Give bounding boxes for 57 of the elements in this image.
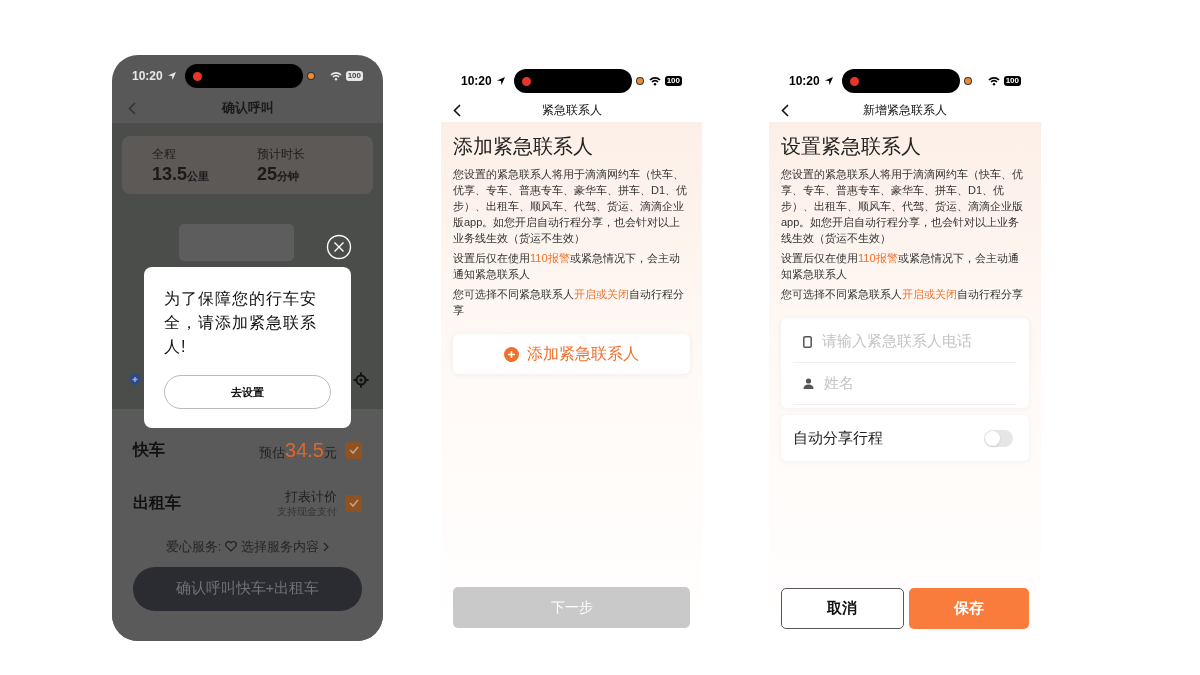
location-arrow-icon: [495, 76, 506, 86]
cancel-button[interactable]: 取消: [781, 588, 904, 629]
battery-level: 100: [664, 76, 682, 86]
description-text: 您设置的紧急联系人将用于滴滴网约车（快车、优享、专车、普惠专车、豪华车、拼车、D1、优步）、出租车、顺风车、代驾、货运、滴滴企业版app。如您开启自动行程分享，也会针对以上业务线生效（货运不生效）: [453, 167, 689, 246]
fare-type: 打表计价: [285, 488, 337, 505]
wifi-icon: [329, 71, 342, 81]
close-icon[interactable]: [326, 234, 352, 260]
description-text: 您可选择不同紧急联系人开启或关闭自动行程分享: [781, 287, 1024, 302]
page-heading: 设置紧急联系人: [781, 134, 922, 159]
add-contact-button[interactable]: 添加紧急联系人: [453, 334, 690, 374]
page-heading: 添加紧急联系人: [453, 134, 594, 159]
shield-icon: [129, 373, 141, 386]
heart-icon: [225, 541, 238, 553]
screen-title: 紧急联系人: [541, 102, 602, 119]
location-arrow-icon: [823, 76, 834, 86]
ride-name: 快车: [133, 440, 165, 460]
trip-label: 预计时长: [257, 146, 306, 163]
phone-icon: [803, 335, 812, 348]
wifi-icon: [648, 76, 661, 86]
person-icon: [803, 378, 814, 389]
battery-level: 100: [345, 71, 363, 81]
trip-label: 全程: [152, 146, 177, 163]
trip-value: 25: [257, 163, 278, 185]
confirm-button[interactable]: 确认呼叫快车+出租车: [133, 566, 362, 611]
input-field[interactable]: 请输入紧急联系人电话: [822, 330, 1017, 353]
plus-icon: [504, 346, 519, 362]
check-icon: [348, 446, 359, 454]
back-icon[interactable]: [781, 103, 789, 117]
trip-value: 13.5: [152, 163, 188, 185]
status-time: 10:20: [789, 73, 820, 90]
ride-price: 34.5: [285, 437, 324, 462]
check-icon: [348, 499, 359, 507]
locate-icon[interactable]: [353, 372, 369, 388]
save-button[interactable]: 保存: [908, 588, 1029, 629]
checkbox[interactable]: [345, 494, 362, 512]
back-icon[interactable]: [453, 103, 461, 117]
description-text: 您可选择不同紧急联系人开启或关闭自动行程分享: [453, 287, 685, 318]
toggle-switch[interactable]: [984, 429, 1013, 447]
status-time: 10:20: [461, 73, 492, 90]
trip-unit: 公里: [187, 170, 210, 184]
description-text: 设置后仅在使用110报警或紧急情况下，会主动通知紧急联系人: [781, 251, 1020, 282]
toggle-label: 自动分享行程: [793, 427, 883, 448]
dialog-message: 为了保障您的行车安全，请添加紧急联系人!: [164, 289, 318, 357]
screen-title: 确认呼叫: [221, 99, 274, 118]
input-field[interactable]: 姓名: [824, 372, 1017, 395]
battery-level: 100: [1003, 76, 1021, 86]
description-text: 您设置的紧急联系人将用于滴滴网约车（快车、优享、专车、普惠专车、豪华车、拼车、D1、优步）、出租车、顺风车、代驾、货运、滴滴企业版app。如您开启自动行程分享，也会针对以上业务线生效（货运不生效）: [781, 167, 1024, 246]
ride-name: 出租车: [133, 493, 181, 513]
screen-title: 新增紧急联系人: [863, 102, 947, 119]
checkbox[interactable]: [345, 441, 362, 459]
status-time: 10:20: [132, 68, 163, 85]
settings-button[interactable]: 去设置: [164, 375, 331, 409]
description-text: 设置后仅在使用110报警或紧急情况下，会主动通知紧急联系人: [453, 251, 681, 282]
trip-unit: 分钟: [277, 170, 300, 184]
chevron-right-icon: [323, 541, 330, 552]
location-arrow-icon: [166, 71, 177, 81]
wifi-icon: [987, 76, 1000, 86]
